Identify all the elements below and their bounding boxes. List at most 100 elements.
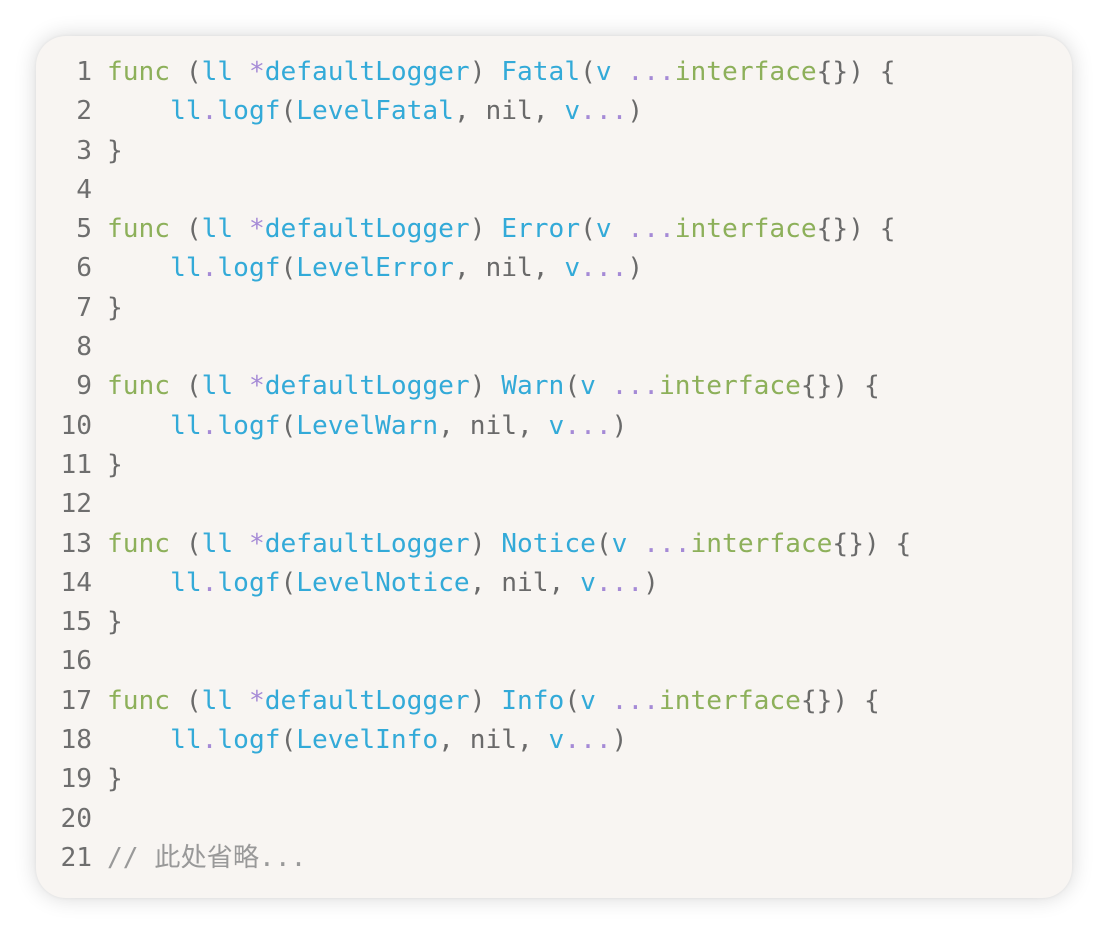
code-line: 6 ll.logf(LevelError, nil, v...)	[36, 249, 911, 288]
line-content: ll.logf(LevelError, nil, v...)	[107, 249, 643, 288]
line-number: 3	[76, 135, 92, 166]
line-number: 14	[60, 567, 92, 598]
code-token: .	[201, 410, 218, 441]
code-line: 15}	[36, 603, 911, 642]
line-number: 15	[60, 607, 92, 638]
code-token: interface	[674, 57, 817, 87]
line-content: }	[107, 132, 123, 171]
code-token: , nil,	[453, 253, 565, 284]
line-number: 20	[60, 803, 92, 834]
code-token: )	[627, 253, 644, 284]
code-token: func	[107, 57, 171, 87]
line-number: 6	[76, 253, 92, 284]
code-token: (	[170, 57, 202, 87]
code-token: {}) {	[816, 57, 896, 87]
code-token: )	[469, 371, 502, 402]
code-token: func	[107, 685, 171, 716]
line-content: ll.logf(LevelNotice, nil, v...)	[107, 564, 659, 603]
code-line: 7}	[36, 289, 911, 328]
code-token: ...	[580, 253, 628, 284]
code-token: )	[627, 96, 644, 127]
code-listing: 1 func (ll *defaultLogger) Fatal(v ...int…	[36, 53, 911, 878]
code-token: logf	[217, 253, 281, 284]
code-token: interface	[690, 528, 833, 559]
code-token: , nil,	[438, 725, 549, 756]
code-token: (	[580, 57, 596, 87]
code-line: 16	[36, 642, 911, 681]
code-token: *	[248, 214, 265, 245]
code-token: v	[611, 528, 628, 559]
code-token: Error	[501, 214, 581, 245]
code-token: v	[580, 567, 596, 598]
code-token: func	[107, 371, 171, 402]
line-number: 9	[76, 371, 92, 402]
code-line: 1 func (ll *defaultLogger) Fatal(v ...int…	[36, 53, 911, 92]
code-token: , nil,	[453, 96, 565, 127]
code-token: logf	[217, 567, 281, 598]
code-token: ll	[170, 410, 202, 441]
code-token: LevelFatal	[296, 96, 454, 127]
line-number: 5	[76, 214, 92, 245]
line-number: 21	[60, 842, 92, 873]
code-token: ll	[201, 214, 234, 245]
line-content: func (ll *defaultLogger) Warn(v ...inter…	[107, 367, 880, 406]
code-line: 12	[36, 485, 911, 524]
code-token: (	[280, 567, 297, 598]
code-token: .	[201, 253, 218, 284]
code-token: ...	[564, 725, 612, 756]
code-token: (	[595, 528, 612, 559]
code-token: (	[170, 214, 202, 245]
code-token: )	[469, 214, 502, 245]
code-token: }	[107, 292, 123, 323]
code-token: defaultLogger	[264, 528, 470, 559]
code-token: (	[170, 528, 202, 559]
code-token: defaultLogger	[264, 685, 470, 716]
code-token: Notice	[501, 528, 596, 559]
code-token: ...	[611, 685, 659, 716]
code-token: ...	[627, 214, 675, 245]
code-token: *	[248, 57, 265, 87]
code-token: v	[548, 725, 565, 756]
code-token: ...	[595, 567, 644, 598]
code-token: ...	[580, 96, 628, 127]
code-token: ...	[643, 528, 691, 559]
code-token: (	[170, 685, 202, 716]
code-token: (	[170, 371, 202, 402]
code-token: defaultLogger	[264, 371, 470, 402]
code-line: 13 func (ll *defaultLogger) Notice(v ...i…	[36, 525, 911, 564]
code-comment: // 此处省略...	[107, 842, 307, 873]
code-token: .	[201, 567, 218, 598]
code-line: 21 // 此处省略...	[36, 839, 911, 878]
code-token: (	[280, 96, 297, 127]
line-content: func (ll *defaultLogger) Info(v ...inter…	[107, 682, 880, 721]
code-token: defaultLogger	[264, 214, 470, 245]
code-token: (	[280, 725, 297, 756]
line-number: 10	[60, 410, 92, 441]
code-line: 2 ll.logf(LevelFatal, nil, v...)	[36, 92, 911, 131]
code-token: v	[580, 371, 596, 402]
code-token: Info	[501, 685, 565, 716]
line-number: 2	[76, 96, 92, 127]
code-token: LevelInfo	[296, 725, 439, 756]
code-token: interface	[658, 371, 801, 402]
code-token: .	[201, 725, 218, 756]
code-token: ll	[201, 57, 234, 87]
code-token: ...	[564, 410, 612, 441]
line-number: 7	[76, 292, 92, 323]
code-token: ll	[201, 371, 234, 402]
code-token: (	[280, 253, 297, 284]
code-token: logf	[217, 96, 281, 127]
code-line: 4	[36, 171, 911, 210]
code-token: ll	[201, 685, 234, 716]
code-token: *	[248, 371, 265, 402]
code-token: )	[611, 410, 628, 441]
code-token: LevelWarn	[296, 410, 439, 441]
